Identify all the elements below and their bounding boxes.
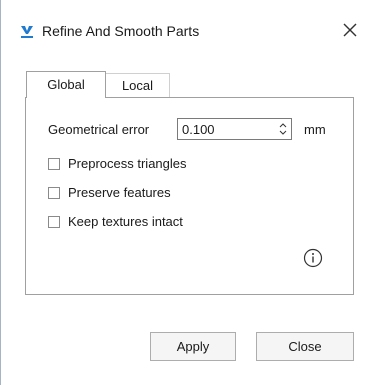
dialog-window: Refine And Smooth Parts Global Local Geo… [0,0,368,385]
preserve-features-label: Preserve features [68,185,171,200]
preserve-features-checkbox[interactable] [48,187,60,199]
geometrical-error-input[interactable] [182,120,262,138]
close-icon[interactable] [338,18,362,42]
geometrical-error-label: Geometrical error [48,122,150,137]
close-button[interactable]: Close [256,332,354,361]
preprocess-triangles-checkbox[interactable] [48,158,60,170]
keep-textures-intact-checkbox[interactable] [48,216,60,228]
geometrical-error-spinbox[interactable] [177,118,292,140]
window-border [0,0,1,385]
app-logo-icon [21,26,33,38]
preprocess-triangles-label: Preprocess triangles [68,156,187,171]
keep-textures-intact-label: Keep textures intact [68,214,183,229]
tab-local[interactable]: Local [106,73,170,97]
apply-button[interactable]: Apply [150,332,236,361]
info-icon[interactable] [303,248,323,268]
unit-label: mm [304,122,326,137]
tab-global[interactable]: Global [26,71,106,98]
window-title: Refine And Smooth Parts [42,23,200,39]
spin-arrows-icon[interactable] [277,120,289,138]
title-bar[interactable]: Refine And Smooth Parts [0,0,368,56]
